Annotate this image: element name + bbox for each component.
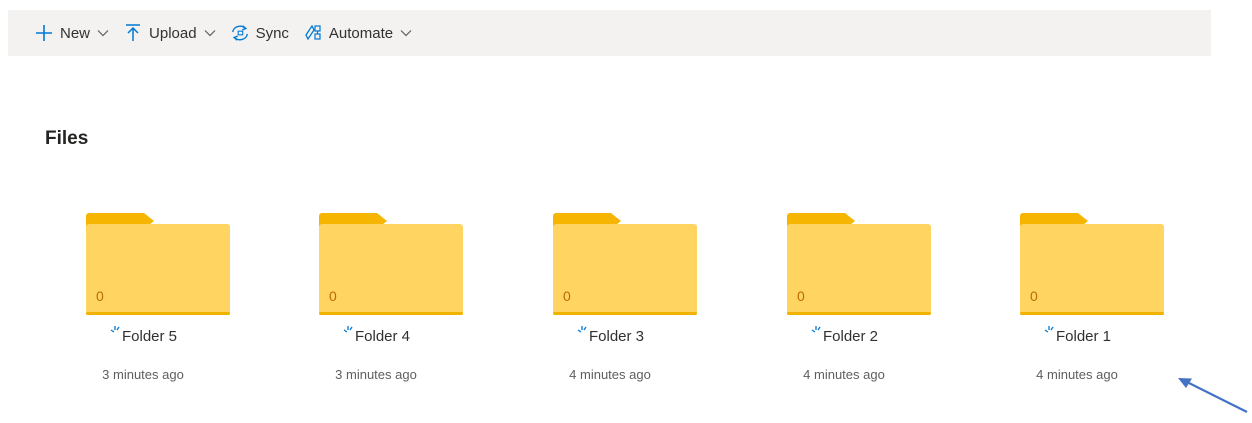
folder-item-count: 0: [96, 288, 104, 304]
folder-tile[interactable]: 0 Folder 4 3 minutes ago: [281, 205, 471, 395]
folder-item-count: 0: [329, 288, 337, 304]
syncing-icon: [1043, 322, 1055, 339]
folder-name[interactable]: Folder 4: [355, 328, 410, 345]
folder-tile[interactable]: 0 Folder 1 4 minutes ago: [982, 205, 1172, 395]
folder-icon: [86, 213, 230, 315]
folder-item-count: 0: [563, 288, 571, 304]
folder-modified: 3 minutes ago: [102, 367, 184, 382]
folder-name-row: Folder 3: [515, 326, 705, 345]
folder-item-count: 0: [797, 288, 805, 304]
folder-name-row: Folder 2: [749, 326, 939, 345]
annotation-arrow-icon: [1178, 378, 1248, 413]
folder-modified: 4 minutes ago: [803, 367, 885, 382]
folder-name[interactable]: Folder 5: [122, 328, 177, 345]
folder-modified: 4 minutes ago: [569, 367, 651, 382]
folder-icon: [1020, 213, 1164, 315]
syncing-icon: [810, 322, 822, 339]
syncing-icon: [109, 322, 121, 339]
folder-tile[interactable]: 0 Folder 3 4 minutes ago: [515, 205, 705, 395]
syncing-icon: [576, 322, 588, 339]
folder-tile[interactable]: 0 Folder 2 4 minutes ago: [749, 205, 939, 395]
folder-icon: [319, 213, 463, 315]
folder-name[interactable]: Folder 2: [823, 328, 878, 345]
folder-item-count: 0: [1030, 288, 1038, 304]
folder-tile[interactable]: 0 Folder 5 3 minutes ago: [48, 205, 238, 395]
folder-grid: 0 Folder 5 3 minutes ago 0 Folder 4 3 mi…: [0, 0, 1252, 423]
folder-modified: 4 minutes ago: [1036, 367, 1118, 382]
folder-icon: [787, 213, 931, 315]
folder-icon: [553, 213, 697, 315]
syncing-icon: [342, 322, 354, 339]
folder-name-row: Folder 4: [281, 326, 471, 345]
folder-modified: 3 minutes ago: [335, 367, 417, 382]
folder-name-row: Folder 1: [982, 326, 1172, 345]
folder-name-row: Folder 5: [48, 326, 238, 345]
folder-name[interactable]: Folder 3: [589, 328, 644, 345]
folder-name[interactable]: Folder 1: [1056, 328, 1111, 345]
